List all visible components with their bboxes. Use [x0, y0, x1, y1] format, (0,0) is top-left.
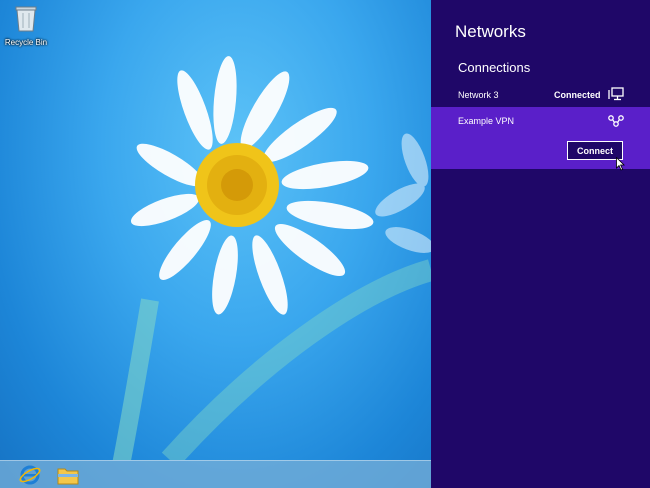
- taskbar-internet-explorer[interactable]: [10, 463, 50, 487]
- recycle-bin-icon: [15, 6, 37, 32]
- taskbar-file-explorer[interactable]: [48, 463, 88, 487]
- wired-network-icon: [608, 87, 624, 104]
- network-item[interactable]: Network 3 Connected: [431, 85, 650, 105]
- networks-charm-panel: Networks Connections Network 3 Connected…: [431, 0, 650, 488]
- network-status: Connected: [554, 90, 601, 100]
- panel-title: Networks: [455, 22, 526, 41]
- vpn-item[interactable]: Example VPN Connect: [431, 107, 650, 171]
- desktop: Recycle Bin: [0, 0, 431, 488]
- network-name: Network 3: [458, 90, 499, 100]
- recycle-bin-label: Recycle Bin: [4, 38, 48, 47]
- mouse-cursor-icon: [616, 157, 625, 171]
- taskbar: [0, 460, 431, 488]
- recycle-bin[interactable]: Recycle Bin: [4, 4, 48, 47]
- connect-button[interactable]: Connect: [567, 141, 623, 160]
- vpn-name: Example VPN: [458, 116, 515, 126]
- vpn-icon: [608, 114, 624, 133]
- file-explorer-icon: [57, 468, 79, 485]
- daisy-wallpaper: [112, 56, 431, 460]
- connections-heading: Connections: [458, 60, 531, 75]
- internet-explorer-icon: [19, 465, 41, 485]
